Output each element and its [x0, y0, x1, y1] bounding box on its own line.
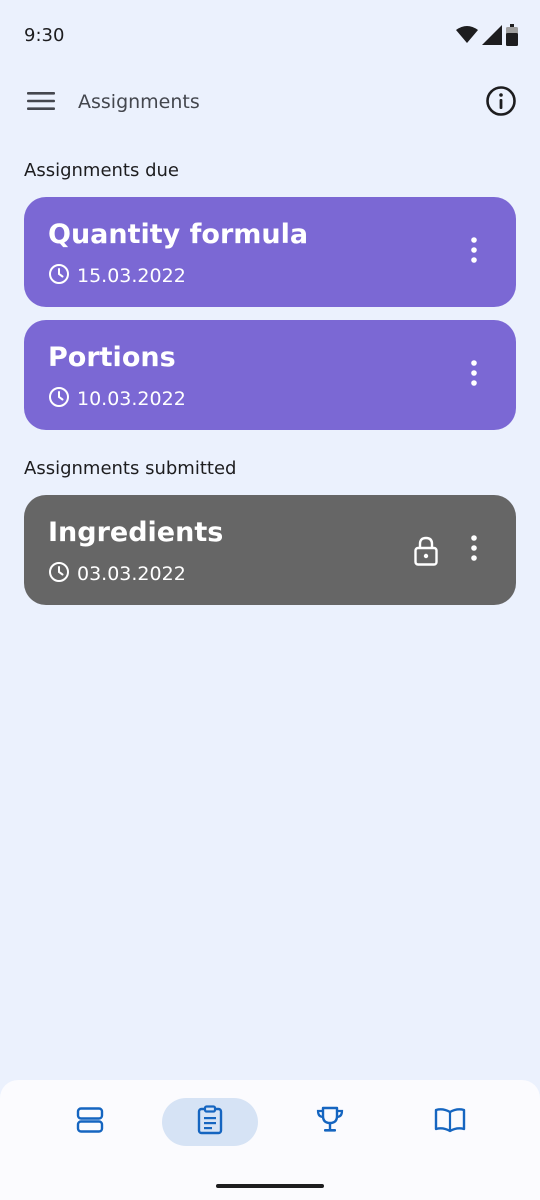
assignment-card[interactable]: Quantity formula 15.03.2022 [24, 197, 516, 307]
assignment-date: 10.03.2022 [77, 388, 186, 410]
status-icons [456, 24, 518, 50]
assignment-date: 03.03.2022 [77, 563, 186, 585]
more-options-button[interactable] [460, 535, 488, 565]
clock-icon [48, 263, 70, 289]
assignment-title: Ingredients [48, 517, 224, 548]
view-agenda-icon [76, 1106, 104, 1138]
nav-item-library[interactable] [402, 1098, 498, 1146]
assignment-title: Quantity formula [48, 219, 309, 250]
info-button[interactable] [482, 84, 520, 122]
top-app-bar: Assignments [0, 74, 540, 132]
section-header-submitted: Assignments submitted [24, 458, 237, 479]
assignment-title: Portions [48, 342, 176, 373]
clock-icon [48, 386, 70, 412]
more-vert-icon [470, 237, 478, 267]
more-options-button[interactable] [460, 237, 488, 267]
bottom-navigation [0, 1080, 540, 1200]
battery-icon [506, 24, 518, 50]
wifi-icon [456, 26, 478, 48]
book-icon [434, 1107, 466, 1137]
more-vert-icon [470, 360, 478, 390]
clock-icon [48, 561, 70, 587]
lock-icon [413, 535, 439, 567]
assignment-card[interactable]: Portions 10.03.2022 [24, 320, 516, 430]
hamburger-menu-icon [27, 91, 55, 115]
status-bar: 9:30 [0, 0, 540, 70]
more-vert-icon [470, 535, 478, 565]
assignment-date-row: 10.03.2022 [48, 386, 186, 412]
nav-item-achievements[interactable] [282, 1098, 378, 1146]
section-header-due: Assignments due [24, 160, 179, 181]
cellular-signal-icon [482, 25, 502, 49]
home-indicator[interactable] [216, 1184, 324, 1188]
assignment-icon [196, 1105, 224, 1139]
assignment-date: 15.03.2022 [77, 265, 186, 287]
menu-button[interactable] [20, 84, 62, 122]
nav-item-overview[interactable] [42, 1098, 138, 1146]
status-time: 9:30 [24, 25, 65, 46]
trophy-icon [315, 1105, 345, 1139]
assignment-card[interactable]: Ingredients 03.03.2022 [24, 495, 516, 605]
assignment-date-row: 15.03.2022 [48, 263, 186, 289]
more-options-button[interactable] [460, 360, 488, 390]
info-icon [485, 85, 517, 121]
nav-item-assignments[interactable] [162, 1098, 258, 1146]
page-title: Assignments [78, 91, 200, 113]
assignment-date-row: 03.03.2022 [48, 561, 186, 587]
